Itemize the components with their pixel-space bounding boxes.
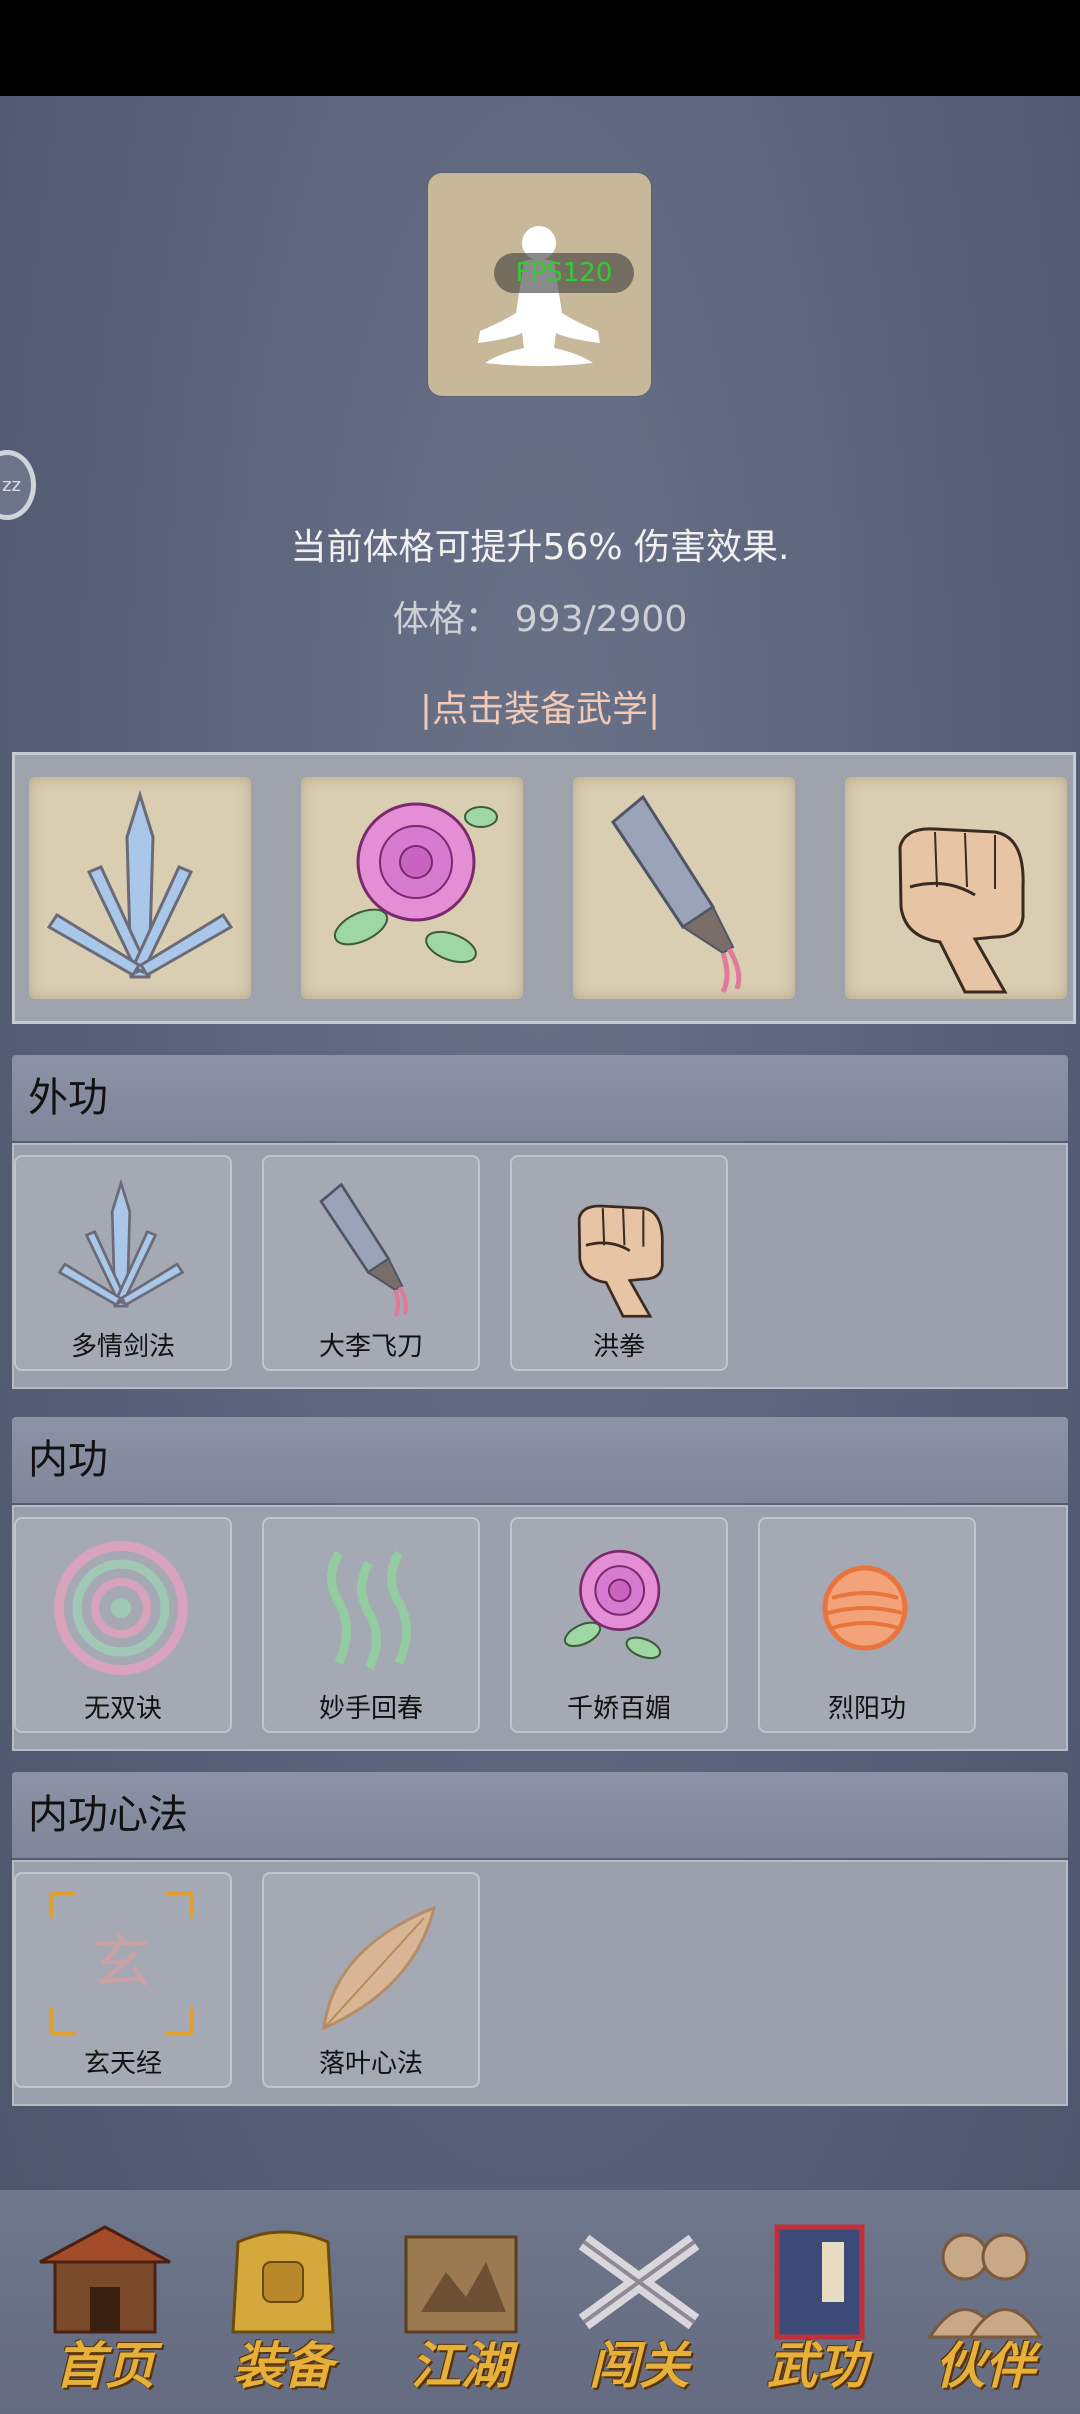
equipped-skills-panel — [12, 752, 1076, 1024]
skill-label: 无双诀 — [83, 1694, 162, 1724]
skill-tile-feidao[interactable]: 大李飞刀 — [262, 1155, 480, 1371]
physique-value: 993/2900 — [514, 599, 688, 640]
bottom-nav: 首页 装备 江湖 闯关 武功 伙伴 — [0, 2190, 1080, 2414]
physique-stat: 体格： 993/2900 — [0, 590, 1080, 642]
skill-tile-hongquan[interactable]: 洪拳 — [510, 1155, 728, 1371]
equip-martial-arts-link[interactable]: |点击装备武学| — [0, 680, 1080, 732]
partners-icon — [927, 2233, 1043, 2339]
skill-tile-miaoshou[interactable]: 妙手回春 — [262, 1517, 480, 1733]
rose-icon — [563, 1549, 662, 1660]
nav-equipment[interactable]: 装备 — [198, 2222, 368, 2402]
green-waves-icon — [327, 1550, 411, 1671]
section-header-mind: 内功心法 — [12, 1772, 1068, 1858]
skill-tile-wushuang[interactable]: 无双诀 — [14, 1517, 232, 1733]
skill-tile-qianjiao[interactable]: 千娇百媚 — [510, 1517, 728, 1733]
nav-label: 装备 — [233, 2336, 333, 2395]
fps-counter: FPS120 — [494, 253, 634, 293]
rose-icon — [333, 802, 498, 964]
skill-label: 玄天经 — [83, 2049, 162, 2079]
skill-label: 妙手回春 — [318, 1694, 423, 1724]
nav-label: 首页 — [55, 2336, 155, 2395]
nav-label: 武功 — [767, 2336, 867, 2395]
equipped-slot-2[interactable] — [301, 777, 523, 999]
skill-label: 洪拳 — [592, 1332, 645, 1362]
skill-label: 落叶心法 — [318, 2049, 423, 2079]
status-bar — [0, 0, 1080, 96]
skill-label: 千娇百媚 — [566, 1694, 671, 1724]
armor-icon — [231, 2230, 335, 2334]
leaf-icon — [322, 1905, 437, 2031]
swirl-icon — [54, 1541, 188, 1675]
section-outer-grid: 多情剑法 大李飞刀 洪拳 — [12, 1143, 1068, 1389]
crystal-blades-icon — [57, 1178, 185, 1308]
fist-icon — [898, 827, 1025, 994]
fist-icon — [577, 1204, 664, 1318]
skill-tile-lieyang[interactable]: 烈阳功 — [758, 1517, 976, 1733]
nav-label: 闯关 — [589, 2336, 689, 2395]
skill-tile-duoqing[interactable]: 多情剑法 — [14, 1155, 232, 1371]
physique-label: 体格： — [392, 599, 501, 640]
flying-knife-icon — [611, 794, 742, 994]
crystal-blades-icon — [46, 789, 234, 979]
crossed-swords-icon — [578, 2234, 700, 2330]
nav-martial-arts[interactable]: 武功 — [732, 2222, 902, 2402]
flying-knife-icon — [319, 1182, 409, 1318]
damage-bonus-text: 当前体格可提升56% 伤害效果. — [290, 527, 790, 568]
book-icon — [774, 2224, 865, 2340]
temple-icon — [39, 2225, 171, 2334]
section-header-outer: 外功 — [12, 1055, 1068, 1141]
skill-label: 大李飞刀 — [318, 1332, 423, 1362]
nav-partners[interactable]: 伙伴 — [900, 2222, 1070, 2402]
section-mind-grid: 玄 玄天经 落叶心法 — [12, 1860, 1068, 2106]
section-inner-grid: 无双诀 妙手回春 千娇百媚 烈阳功 — [12, 1505, 1068, 1751]
xuan-seal-glyph: 玄 — [91, 1928, 151, 1998]
skill-tile-xuantian[interactable]: 玄 玄天经 — [14, 1872, 232, 2088]
equipped-slot-3[interactable] — [573, 777, 795, 999]
scroll-map-icon — [404, 2235, 518, 2334]
side-button-label: zz — [2, 474, 21, 496]
nav-label: 伙伴 — [935, 2336, 1035, 2395]
equipped-slot-1[interactable] — [29, 777, 251, 999]
nav-jianghu[interactable]: 江湖 — [376, 2222, 546, 2402]
equipped-slot-4[interactable] — [845, 777, 1067, 999]
section-header-inner: 内功 — [12, 1417, 1068, 1503]
xuan-seal-icon: 玄 — [49, 1891, 193, 2035]
skill-label: 多情剑法 — [70, 1332, 175, 1362]
nav-challenge[interactable]: 闯关 — [554, 2222, 724, 2402]
sun-orb-icon — [822, 1565, 908, 1651]
skill-label: 烈阳功 — [827, 1694, 906, 1724]
skill-tile-luoye[interactable]: 落叶心法 — [262, 1872, 480, 2088]
nav-label: 江湖 — [411, 2336, 511, 2395]
nav-home[interactable]: 首页 — [20, 2222, 190, 2402]
